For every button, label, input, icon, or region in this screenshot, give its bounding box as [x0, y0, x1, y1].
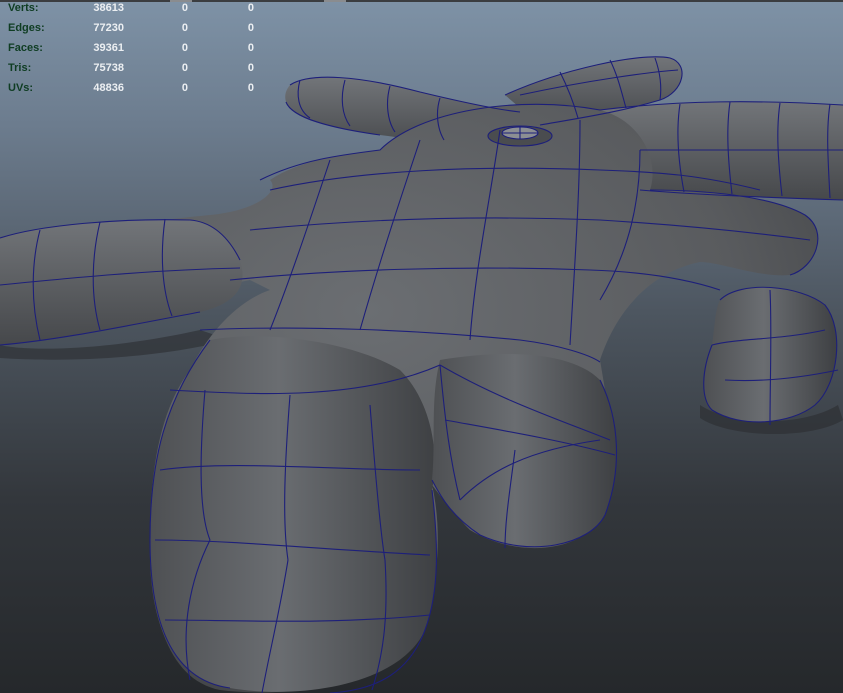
- hud-total-value: 48836: [93, 82, 124, 94]
- mesh-left-leg: [149, 336, 437, 692]
- hud-selected-value: 0: [181, 22, 188, 34]
- hud-row-verts: Verts: 38613 0 0: [0, 2, 270, 16]
- hud-triangles-value: 0: [247, 42, 254, 54]
- hud-label: Verts:: [8, 2, 39, 14]
- hud-triangles-value: 0: [247, 2, 254, 14]
- hud-label: Faces:: [8, 42, 43, 54]
- hud-total-value: 75738: [93, 62, 124, 74]
- mesh-object[interactable]: [0, 0, 843, 693]
- hud-label: Tris:: [8, 62, 32, 74]
- hud-row-edges: Edges: 77230 0 0: [0, 22, 270, 36]
- hud-selected-value: 0: [181, 62, 188, 74]
- mesh-left-arm: [0, 219, 243, 345]
- hud-total-value: 77230: [93, 22, 124, 34]
- mesh-right-leg: [432, 354, 617, 547]
- hud-row-tris: Tris: 75738 0 0: [0, 62, 270, 76]
- hud-triangles-value: 0: [247, 62, 254, 74]
- hud-triangles-value: 0: [247, 22, 254, 34]
- hud-selected-value: 0: [181, 42, 188, 54]
- hud-row-faces: Faces: 39361 0 0: [0, 42, 270, 56]
- hud-selected-value: 0: [181, 2, 188, 14]
- hud-label: UVs:: [8, 82, 34, 94]
- 3d-viewport[interactable]: Verts: 38613 0 0 Edges: 77230 0 0 Faces:…: [0, 0, 843, 693]
- hud-selected-value: 0: [181, 82, 188, 94]
- hud-triangles-value: 0: [247, 82, 254, 94]
- hud-total-value: 38613: [93, 2, 124, 14]
- hud-total-value: 39361: [93, 42, 124, 54]
- hud-label: Edges:: [8, 22, 45, 34]
- hud-row-uvs: UVs: 48836 0 0: [0, 82, 270, 96]
